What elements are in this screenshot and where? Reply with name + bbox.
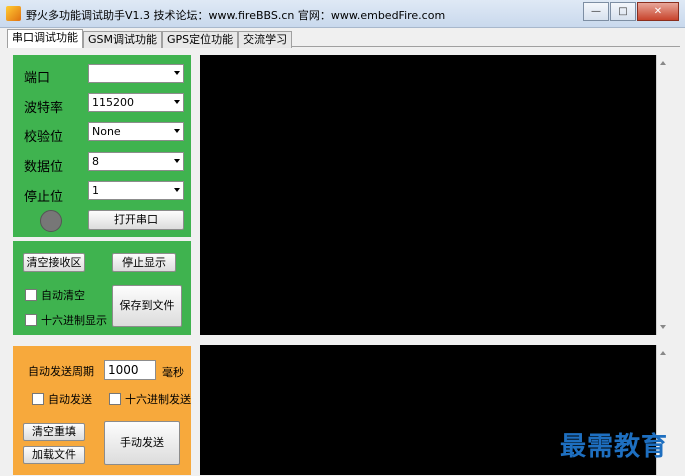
- auto-clear-label: 自动清空: [41, 289, 85, 302]
- stopbits-value: 1: [92, 184, 99, 197]
- hex-send-checkbox[interactable]: 十六进制发送: [109, 391, 191, 407]
- close-button[interactable]: ✕: [637, 2, 679, 21]
- parity-select[interactable]: None: [88, 122, 184, 141]
- parity-label: 校验位: [24, 130, 64, 145]
- tab-gps[interactable]: GPS定位功能: [162, 31, 239, 48]
- clear-receive-button[interactable]: 清空接收区: [23, 253, 85, 272]
- send-period-label: 自动发送周期: [28, 365, 94, 378]
- title-bar: 野火多功能调试助手V1.3 技术论坛：www.fireBBS.cn 官网：www…: [0, 0, 685, 28]
- minimize-button[interactable]: —: [583, 2, 609, 21]
- port-select[interactable]: [88, 64, 184, 83]
- clear-send-button[interactable]: 清空重填: [23, 423, 85, 441]
- hex-send-label: 十六进制发送: [125, 393, 191, 406]
- window-controls: — □ ✕: [582, 2, 679, 21]
- parity-value: None: [92, 125, 121, 138]
- send-period-input[interactable]: 1000: [104, 360, 156, 380]
- port-status-indicator: [40, 210, 62, 232]
- maximize-button[interactable]: □: [610, 2, 636, 21]
- scroll-up-icon[interactable]: [660, 351, 666, 355]
- tab-bar: 串口调试功能 GSM调试功能 GPS定位功能 交流学习: [7, 29, 293, 48]
- baud-select[interactable]: 115200: [88, 93, 184, 112]
- period-unit-label: 毫秒: [162, 366, 184, 379]
- hex-display-checkbox[interactable]: 十六进制显示: [25, 312, 107, 328]
- tab-community[interactable]: 交流学习: [238, 31, 293, 48]
- chevron-down-icon: [174, 71, 180, 75]
- databits-select[interactable]: 8: [88, 152, 184, 171]
- checkbox-icon: [25, 289, 37, 301]
- open-port-button[interactable]: 打开串口: [88, 210, 184, 230]
- chevron-down-icon: [174, 188, 180, 192]
- watermark-logo: 最需教育: [560, 432, 669, 462]
- hex-display-label: 十六进制显示: [41, 314, 107, 327]
- checkbox-icon: [109, 393, 121, 405]
- databits-value: 8: [92, 155, 99, 168]
- chevron-down-icon: [174, 159, 180, 163]
- stopbits-label: 停止位: [24, 190, 64, 205]
- stop-display-button[interactable]: 停止显示: [112, 253, 176, 272]
- tab-gsm[interactable]: GSM调试功能: [83, 31, 162, 48]
- tab-serial[interactable]: 串口调试功能: [7, 29, 83, 48]
- checkbox-icon: [32, 393, 44, 405]
- window-title: 野火多功能调试助手V1.3 技术论坛：www.fireBBS.cn 官网：www…: [26, 9, 446, 22]
- save-to-file-button[interactable]: 保存到文件: [112, 285, 182, 327]
- auto-clear-checkbox[interactable]: 自动清空: [25, 287, 85, 303]
- baud-label: 波特率: [24, 101, 64, 116]
- scroll-down-icon[interactable]: [660, 325, 666, 329]
- stopbits-select[interactable]: 1: [88, 181, 184, 200]
- app-icon: [6, 6, 21, 21]
- load-file-button[interactable]: 加载文件: [23, 446, 85, 464]
- manual-send-button[interactable]: 手动发送: [104, 421, 180, 465]
- baud-value: 115200: [92, 96, 134, 109]
- chevron-down-icon: [174, 100, 180, 104]
- auto-send-label: 自动发送: [48, 393, 92, 406]
- receive-text-area[interactable]: [200, 55, 656, 335]
- checkbox-icon: [25, 314, 37, 326]
- auto-send-checkbox[interactable]: 自动发送: [32, 391, 92, 407]
- chevron-down-icon: [174, 129, 180, 133]
- receive-scrollbar[interactable]: [656, 55, 670, 335]
- databits-label: 数据位: [24, 160, 64, 175]
- port-label: 端口: [24, 71, 51, 86]
- scroll-up-icon[interactable]: [660, 61, 666, 65]
